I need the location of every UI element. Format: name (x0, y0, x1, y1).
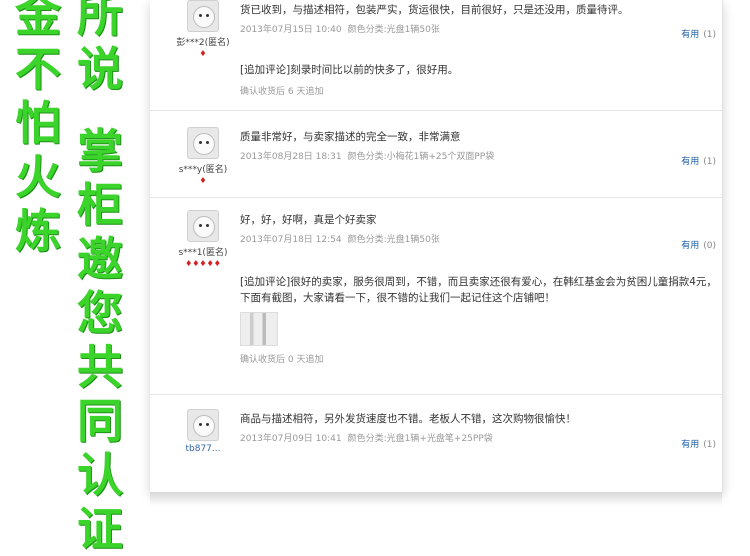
rank-badge-icon: ♦♦♦♦♦ (185, 259, 221, 268)
useful-count: (1) (703, 440, 716, 450)
slogan-char: 同 (77, 394, 123, 448)
avatar-face-icon (193, 6, 215, 28)
useful-button[interactable]: 有用 (681, 157, 699, 167)
slogan-right-column: 所 说 掌 柜 邀 您 共 同 认 证 (70, 0, 130, 556)
avatar[interactable] (187, 210, 219, 242)
avatar-face-icon (193, 133, 215, 155)
review-date: 2013年07月18日 12:54 (240, 235, 342, 245)
review-photo-thumbnail[interactable] (240, 312, 278, 346)
rank-badge-icon: ♦ (199, 176, 207, 185)
slogan-left-column: 金 不 怕 火 炼 (8, 0, 68, 258)
slogan-char: 邀 (77, 232, 123, 286)
additional-confirm: 确认收货后 0 天追加 (240, 355, 324, 365)
review-item: 彭***2(匿名) ♦ 货已收到，与描述相符，包装严实，货运很快，目前很好，只是… (150, 0, 722, 111)
useful-vote: 有用 (1) (681, 154, 716, 167)
review-date: 2013年07月09日 10:41 (240, 434, 342, 444)
avatar-face-icon (193, 216, 215, 238)
slogan-char: 所 (77, 0, 123, 42)
review-item: s***1(匿名) ♦♦♦♦♦ 好，好，好啊，真是个好卖家 2013年07月18… (150, 198, 722, 395)
useful-count: (1) (703, 157, 716, 167)
additional-text: [追加评论]刻录时间比以前的快多了，很好用。 (240, 64, 459, 76)
review-variant: 颜色分类:光盘1辆50张 (347, 25, 440, 35)
useful-vote: 有用 (1) (681, 437, 716, 450)
slogan-char: 金 (15, 0, 61, 42)
additional-comment: [追加评论]刻录时间比以前的快多了，很好用。 确认收货后 6 天追加 (240, 62, 630, 97)
slogan-char: 火 (15, 150, 61, 204)
reviewer-name[interactable]: tb877... (168, 444, 238, 454)
slogan-char: 柜 (77, 178, 123, 232)
avatar[interactable] (187, 0, 219, 32)
avatar[interactable] (187, 409, 219, 441)
slogan-char: 怕 (15, 96, 61, 150)
useful-button[interactable]: 有用 (681, 241, 699, 251)
reviewer-name[interactable]: 彭***2(匿名) (168, 35, 238, 48)
useful-vote: 有用 (0) (681, 238, 716, 251)
review-list: 彭***2(匿名) ♦ 货已收到，与描述相符，包装严实，货运很快，目前很好，只是… (150, 0, 723, 492)
review-text: 货已收到，与描述相符，包装严实，货运很快，目前很好，只是还没用，质量待评。 (240, 4, 629, 16)
rank-badge-icon: ♦ (199, 49, 207, 58)
review-variant: 颜色分类:光盘1辆50张 (347, 235, 440, 245)
reviewer-info: tb877... (168, 409, 238, 454)
review-text: 质量非常好，与卖家描述的完全一致，非常满意 (240, 131, 461, 143)
review-variant: 颜色分类:光盘1辆+光盘笔+25PP袋 (347, 434, 493, 444)
reviewer-info: 彭***2(匿名) ♦ (168, 0, 238, 58)
reviewer-name[interactable]: s***1(匿名) (168, 245, 238, 258)
useful-count: (1) (703, 30, 716, 40)
avatar[interactable] (187, 127, 219, 159)
review-date: 2013年08月28日 18:31 (240, 152, 342, 162)
panel-shadow (150, 492, 722, 506)
slogan-char: 炼 (15, 204, 61, 258)
useful-button[interactable]: 有用 (681, 30, 699, 40)
slogan-char: 共 (77, 340, 123, 394)
useful-count: (0) (703, 241, 716, 251)
reviewer-info: s***y(匿名) ♦ (168, 127, 238, 185)
useful-vote: 有用 (1) (681, 27, 716, 40)
avatar-face-icon (193, 415, 215, 437)
slogan-char: 证 (77, 502, 123, 556)
review-item: tb877... 商品与描述相符，另外发货速度也不错。老板人不错，这次购物很愉快… (150, 397, 722, 491)
review-item: s***y(匿名) ♦ 质量非常好，与卖家描述的完全一致，非常满意 2013年0… (150, 115, 722, 198)
useful-button[interactable]: 有用 (681, 440, 699, 450)
slogan-char: 您 (77, 286, 123, 340)
review-date: 2013年07月15日 10:40 (240, 25, 342, 35)
review-text: 好，好，好啊，真是个好卖家 (240, 214, 377, 226)
review-text: 商品与描述相符，另外发货速度也不错。老板人不错，这次购物很愉快！ (240, 413, 576, 425)
review-variant: 颜色分类:小梅花1辆+25个双面PP袋 (347, 152, 495, 162)
reviewer-info: s***1(匿名) ♦♦♦♦♦ (168, 210, 238, 268)
slogan-char: 不 (15, 42, 61, 96)
reviewer-name[interactable]: s***y(匿名) (168, 162, 238, 175)
additional-confirm: 确认收货后 6 天追加 (240, 87, 324, 97)
additional-comment: [追加评论]很好的卖家，服务很周到，不错，而且卖家还很有爱心，在韩红基金会为贫困… (240, 274, 720, 365)
slogan-char: 掌 (77, 124, 123, 178)
additional-text: [追加评论]很好的卖家，服务很周到，不错，而且卖家还很有爱心，在韩红基金会为贫困… (240, 276, 717, 304)
slogan-char: 说 (77, 42, 123, 96)
slogan-char: 认 (77, 448, 123, 502)
